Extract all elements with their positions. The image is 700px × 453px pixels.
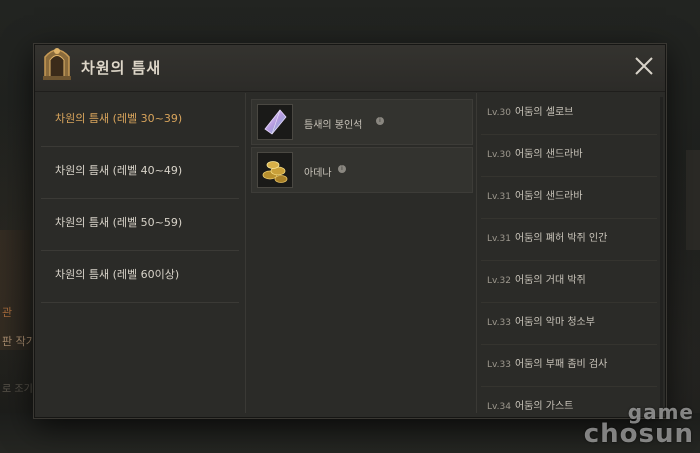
dimension-rift-dialog: 차원의 틈새 차원의 틈새 (레벨 30~39) 차원의 틈새 (레벨 40~4… [34,44,666,418]
monster-list-item: Lv.30 어둠의 샌드라바 [481,135,657,177]
reward-icon-frame [257,152,293,188]
monster-list-item: Lv.32 어둠의 거대 박쥐 [481,261,657,303]
gold-coins-icon [262,161,288,183]
reward-label: 아데나 [304,168,332,179]
monster-list-item: Lv.31 어둠의 폐허 박쥐 인간 [481,219,657,261]
background-text: 판 작가 [2,335,36,348]
background-text: 관 [2,306,13,319]
monster-level: Lv.30 [487,108,511,118]
monster-level: Lv.32 [487,276,511,286]
background-text: 로 조기 [2,384,33,395]
watermark-line: chosun [583,419,694,449]
monster-name: 어둠의 셀로브 [514,107,574,118]
monster-name: 어둠의 악마 청소부 [514,317,595,328]
monster-level: Lv.34 [487,402,511,412]
level-range-item-50-59[interactable]: 차원의 틈새 (레벨 50~59) [41,199,239,251]
monster-level: Lv.31 [487,192,511,202]
background-gate [0,230,30,350]
info-icon[interactable]: i [376,117,384,125]
monster-list: Lv.30 어둠의 셀로브 Lv.30 어둠의 샌드라바 Lv.31 어둠의 샌드라바… [481,93,657,413]
reward-list: 틈새의 봉인석 i 아데나 i [245,93,477,413]
monster-level: Lv.31 [487,234,511,244]
reward-item[interactable]: 틈새의 봉인석 i [251,99,473,145]
close-icon[interactable] [633,55,655,77]
monster-name: 어둠의 샌드라바 [514,149,583,160]
monster-level: Lv.33 [487,318,511,328]
level-range-list: 차원의 틈새 (레벨 30~39) 차원의 틈새 (레벨 40~49) 차원의 … [41,95,239,355]
level-range-item-30-39[interactable]: 차원의 틈새 (레벨 30~39) [41,95,239,147]
level-range-item-60-plus[interactable]: 차원의 틈새 (레벨 60이상) [41,251,239,303]
monster-list-item: Lv.30 어둠의 셀로브 [481,93,657,135]
reward-label: 틈새의 봉인석 [304,120,363,131]
monster-level: Lv.30 [487,150,511,160]
monster-list-item: Lv.33 어둠의 부패 좀비 검사 [481,345,657,387]
monster-list-scrollbar[interactable] [660,97,663,407]
rift-gate-icon [43,48,71,80]
monster-list-item: Lv.31 어둠의 샌드라바 [481,177,657,219]
monster-level: Lv.33 [487,360,511,370]
crystal-icon [264,109,287,135]
monster-name: 어둠의 샌드라바 [514,191,583,202]
watermark-logo: game chosun [583,401,694,449]
reward-icon-frame [257,104,293,140]
monster-list-item: Lv.33 어둠의 악마 청소부 [481,303,657,345]
monster-name: 어둠의 거대 박쥐 [514,275,586,286]
dialog-header: 차원의 틈새 [35,45,665,92]
level-range-item-40-49[interactable]: 차원의 틈새 (레벨 40~49) [41,147,239,199]
info-icon[interactable]: i [338,165,346,173]
monster-name: 어둠의 부패 좀비 검사 [514,359,608,370]
reward-item[interactable]: 아데나 i [251,147,473,193]
monster-name: 어둠의 폐허 박쥐 인간 [514,233,608,244]
monster-name: 어둠의 가스트 [514,401,574,412]
dialog-title: 차원의 틈새 [81,59,162,77]
background-pillar [686,150,700,250]
